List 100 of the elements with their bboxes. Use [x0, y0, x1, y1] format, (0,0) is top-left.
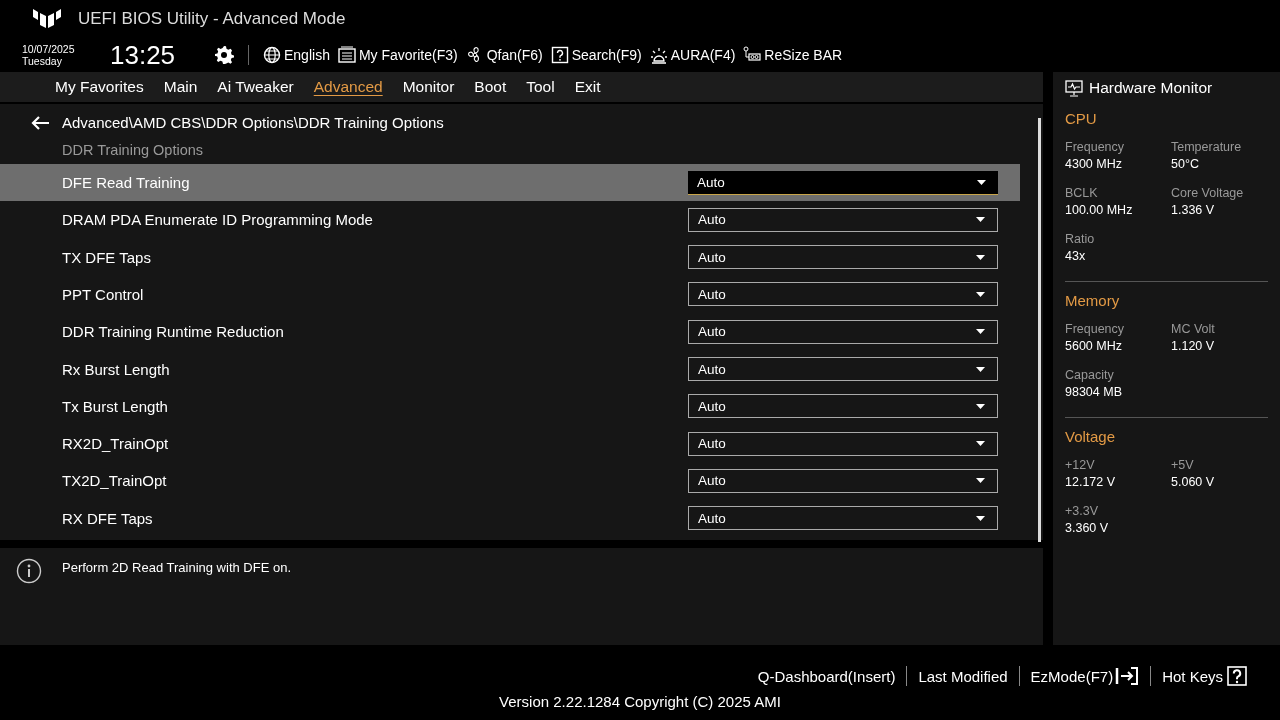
footer-link[interactable]: Last Modified	[907, 667, 1019, 685]
toolbar-button[interactable]: AURA(F4)	[649, 46, 736, 64]
dropdown-select[interactable]: Auto	[688, 394, 998, 419]
window-title: UEFI BIOS Utility - Advanced Mode	[78, 9, 346, 29]
dropdown-value: Auto	[698, 324, 726, 340]
setting-label: DRAM PDA Enumerate ID Programming Mode	[61, 211, 374, 229]
logo-icon	[32, 7, 62, 31]
day-text: Tuesday	[22, 55, 63, 67]
caret-icon	[976, 254, 985, 260]
setting-label: PPT Control	[61, 285, 145, 303]
monitor-label: Frequency	[1065, 321, 1126, 338]
setting-row[interactable]: DDR Training Runtime Reduction Auto	[0, 313, 1020, 351]
setting-label: Rx Burst Length	[61, 360, 171, 378]
footer-link[interactable]: Q-Dashboard(Insert)	[746, 667, 907, 685]
monitor-value: 4300 MHz	[1065, 156, 1123, 173]
section-heading: CPU	[1065, 110, 1098, 127]
date-text: 10/07/2025	[22, 43, 76, 55]
toolbar-button[interactable]: Search(F9)	[550, 46, 642, 64]
dropdown-select[interactable]: Auto	[688, 357, 998, 381]
caret-icon	[976, 217, 985, 223]
menu-tab[interactable]: Boot	[474, 77, 507, 96]
footer-link[interactable]: Hot Keys	[1151, 666, 1260, 686]
monitor-value: 100.00 MHz	[1065, 202, 1134, 219]
dropdown-value: Auto	[698, 212, 726, 228]
monitor-value: 43x	[1065, 248, 1087, 265]
back-arrow-icon[interactable]	[30, 114, 50, 131]
panel-title: Hardware Monitor	[1089, 79, 1213, 97]
menu-tab[interactable]: Exit	[574, 77, 601, 96]
monitor-value: 50°C	[1171, 156, 1200, 173]
dropdown-value: Auto	[698, 510, 726, 526]
monitor-label: +5V	[1171, 457, 1195, 474]
menu-tab[interactable]: Ai Tweaker	[217, 77, 294, 96]
dropdown-select[interactable]: Auto	[688, 282, 998, 307]
menu-tab[interactable]: My Favorites	[55, 77, 144, 96]
setting-row[interactable]: TX DFE Taps Auto	[0, 238, 1020, 276]
dropdown-value: Auto	[698, 436, 726, 452]
dropdown-value: Auto	[698, 398, 726, 414]
card-icon	[743, 46, 762, 64]
breadcrumb-path: Advanced\AMD CBS\DDR Options\DDR Training Options	[62, 114, 444, 132]
monitor-value: 3.360 V	[1065, 520, 1110, 537]
globe-icon	[263, 46, 281, 64]
footer-link[interactable]: EzMode(F7)	[1019, 666, 1151, 686]
info-icon	[16, 558, 42, 585]
toolbar-button[interactable]: Qfan(F6)	[465, 46, 543, 64]
dropdown-select[interactable]: Auto	[688, 170, 998, 195]
setting-row[interactable]: PPT Control Auto	[0, 275, 1020, 314]
setting-label: DDR Training Runtime Reduction	[61, 323, 285, 341]
help-icon	[550, 46, 569, 64]
section-title: DDR Training Options	[61, 141, 205, 160]
setting-label: TX2D_TrainOpt	[61, 472, 168, 490]
setting-row[interactable]: TX2D_TrainOpt Auto	[0, 462, 1020, 500]
dropdown-value: Auto	[698, 473, 726, 489]
menu-tab[interactable]: Monitor	[402, 77, 455, 96]
section-heading: Memory	[1065, 292, 1121, 309]
caret-icon	[976, 403, 985, 409]
monitor-label: Ratio	[1065, 231, 1096, 248]
setting-row[interactable]: DRAM PDA Enumerate ID Programming Mode Auto	[0, 201, 1020, 239]
dropdown-select[interactable]: Auto	[688, 468, 998, 493]
monitor-label: +12V	[1065, 457, 1096, 474]
dropdown-select[interactable]: Auto	[688, 506, 998, 531]
caret-icon	[976, 366, 985, 372]
dropdown-select[interactable]: Auto	[688, 431, 998, 456]
scrollbar[interactable]	[1038, 117, 1041, 542]
setting-row[interactable]: RX2D_TrainOpt Auto	[0, 424, 1020, 463]
dropdown-value: Auto	[698, 286, 726, 302]
clock-time: 13:25	[110, 39, 177, 71]
list-icon	[337, 46, 356, 64]
light-icon	[649, 46, 668, 64]
monitor-label: Frequency	[1065, 139, 1126, 156]
setting-row[interactable]: RX DFE Taps Auto	[0, 499, 1020, 537]
menu-tab[interactable]: Advanced	[313, 77, 383, 96]
setting-label: DFE Read Training	[61, 174, 191, 192]
monitor-value: 5.060 V	[1171, 474, 1216, 491]
settings-icon[interactable]	[214, 45, 234, 65]
toolbar-button[interactable]: My Favorite(F3)	[337, 46, 458, 64]
monitor-icon	[1065, 79, 1083, 97]
caret-icon	[976, 478, 985, 484]
setting-label: Tx Burst Length	[61, 397, 169, 415]
monitor-value: 5600 MHz	[1065, 338, 1123, 355]
menu-tab[interactable]: Tool	[526, 77, 555, 96]
monitor-value: 1.120 V	[1171, 338, 1216, 355]
monitor-value: 12.172 V	[1065, 474, 1117, 491]
caret-icon	[976, 329, 985, 335]
setting-row[interactable]: Tx Burst Length Auto	[0, 387, 1020, 425]
menu-tab[interactable]: Main	[163, 77, 198, 96]
caret-icon	[976, 291, 985, 297]
dropdown-select[interactable]: Auto	[688, 319, 998, 344]
caret-icon	[976, 441, 985, 447]
dropdown-select[interactable]: Auto	[688, 207, 998, 232]
toolbar-button[interactable]: ReSize BAR	[743, 46, 843, 64]
setting-label: TX DFE Taps	[61, 248, 152, 266]
help-icon	[1225, 666, 1249, 686]
monitor-label: Temperature	[1171, 139, 1243, 156]
dropdown-select[interactable]: Auto	[688, 245, 998, 270]
monitor-label: Capacity	[1065, 367, 1115, 384]
monitor-label: BCLK	[1065, 185, 1099, 202]
toolbar-button[interactable]: English	[263, 46, 330, 64]
caret-icon	[976, 515, 985, 521]
monitor-value: 98304 MB	[1065, 384, 1123, 401]
setting-row[interactable]: Rx Burst Length Auto	[0, 350, 1020, 388]
